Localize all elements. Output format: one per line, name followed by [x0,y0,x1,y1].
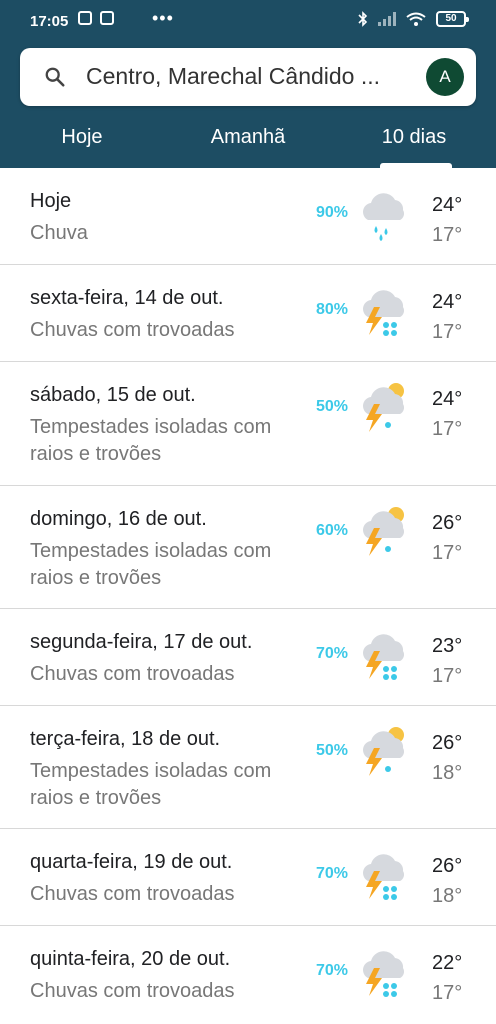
temp-high: 22° [432,952,463,974]
thunderstorm-icon [356,845,410,903]
forecast-temps: 23° 17° [432,631,462,691]
temp-low: 18° [432,762,463,784]
isolated-thunderstorm-icon [356,722,410,780]
forecast-row[interactable]: quarta-feira, 19 de out. Chuvas com trov… [0,829,496,926]
forecast-day: sexta-feira, 14 de out. [30,287,224,309]
forecast-tabs: Hoje Amanhã 10 dias [0,118,496,168]
tab-tomorrow[interactable]: Amanhã [196,126,300,149]
temp-high: 26° [432,512,463,534]
forecast-condition: Chuvas com trovoadas [30,663,235,685]
forecast-row[interactable]: Hoje Chuva 90% 24° 17° [0,168,496,265]
isolated-thunderstorm-icon [356,378,410,436]
tab-10-days[interactable]: 10 dias [364,126,464,149]
forecast-row[interactable]: segunda-feira, 17 de out. Chuvas com tro… [0,609,496,706]
notification-icons [78,11,114,25]
forecast-row[interactable]: sábado, 15 de out. Tempestades isoladas … [0,362,496,486]
account-avatar[interactable]: A [426,58,464,96]
temp-high: 24° [432,388,463,410]
temp-low: 17° [432,982,463,1004]
isolated-thunderstorm-icon [356,502,410,560]
forecast-condition: Chuvas com trovoadas [30,319,235,341]
forecast-row[interactable]: quinta-feira, 20 de out. Chuvas com trov… [0,926,496,1023]
precip-chance: 60% [316,522,349,539]
search-icon[interactable] [44,66,66,88]
forecast-day: segunda-feira, 17 de out. [30,631,253,653]
precip-chance: 70% [316,962,349,979]
search-location-text[interactable]: Centro, Marechal Cândido ... [86,63,416,90]
temp-low: 17° [432,321,463,343]
rain-cloud-icon [356,184,410,242]
notification-icon [78,11,92,25]
forecast-day: domingo, 16 de out. [30,508,207,530]
temp-low: 17° [432,542,463,564]
forecast-day: quinta-feira, 20 de out. [30,948,231,970]
forecast-condition: Tempestades isoladas com raios e trovões [30,760,272,809]
forecast-temps: 24° 17° [432,384,462,444]
forecast-day: terça-feira, 18 de out. [30,728,221,750]
temp-high: 23° [432,635,463,657]
precip-chance: 80% [316,301,349,318]
more-notifications-icon: ••• [152,8,174,28]
bluetooth-icon [358,11,368,27]
forecast-condition: Tempestades isoladas com raios e trovões [30,416,272,465]
thunderstorm-icon [356,625,410,683]
forecast-temps: 24° 17° [432,287,462,347]
location-search-bar[interactable]: Centro, Marechal Cândido ... A [20,48,476,106]
temp-low: 17° [432,418,463,440]
wifi-icon [406,12,426,26]
signal-icon [378,12,396,26]
precip-chance: 90% [316,204,349,221]
thunderstorm-icon [356,281,410,339]
forecast-row[interactable]: domingo, 16 de out. Tempestades isoladas… [0,486,496,609]
thunderstorm-icon [356,942,410,1000]
forecast-temps: 26° 18° [432,851,462,911]
forecast-day: quarta-feira, 19 de out. [30,851,233,873]
precip-chance: 50% [316,398,349,415]
forecast-temps: 26° 17° [432,508,462,568]
tab-today[interactable]: Hoje [44,126,120,149]
forecast-row[interactable]: terça-feira, 18 de out. Tempestades isol… [0,706,496,829]
app-notification-icon [100,11,114,25]
forecast-condition: Chuvas com trovoadas [30,883,235,905]
forecast-temps: 22° 17° [432,948,462,1008]
precip-chance: 70% [316,645,349,662]
status-time: 17:05 [30,13,69,30]
status-right-icons: 50 [358,11,469,27]
forecast-condition: Tempestades isoladas com raios e trovões [30,540,272,589]
precip-chance: 70% [316,865,349,882]
forecast-day: sábado, 15 de out. [30,384,196,406]
forecast-temps: 26° 18° [432,728,462,788]
forecast-condition: Chuva [30,222,88,244]
forecast-day: Hoje [30,190,72,212]
forecast-row[interactable]: sexta-feira, 14 de out. Chuvas com trovo… [0,265,496,362]
temp-high: 26° [432,855,463,877]
temp-high: 24° [432,194,463,216]
app-header: 17:05 ••• 50 Centro, Marechal Cândido ..… [0,0,496,168]
temp-high: 24° [432,291,463,313]
status-bar: 17:05 ••• 50 [0,0,496,44]
precip-chance: 50% [316,742,349,759]
temp-low: 17° [432,665,463,687]
battery-icon: 50 [436,11,469,27]
temp-high: 26° [432,732,463,754]
forecast-temps: 24° 17° [432,190,462,250]
forecast-condition: Chuvas com trovoadas [30,980,235,1002]
temp-low: 18° [432,885,463,907]
temp-low: 17° [432,224,463,246]
